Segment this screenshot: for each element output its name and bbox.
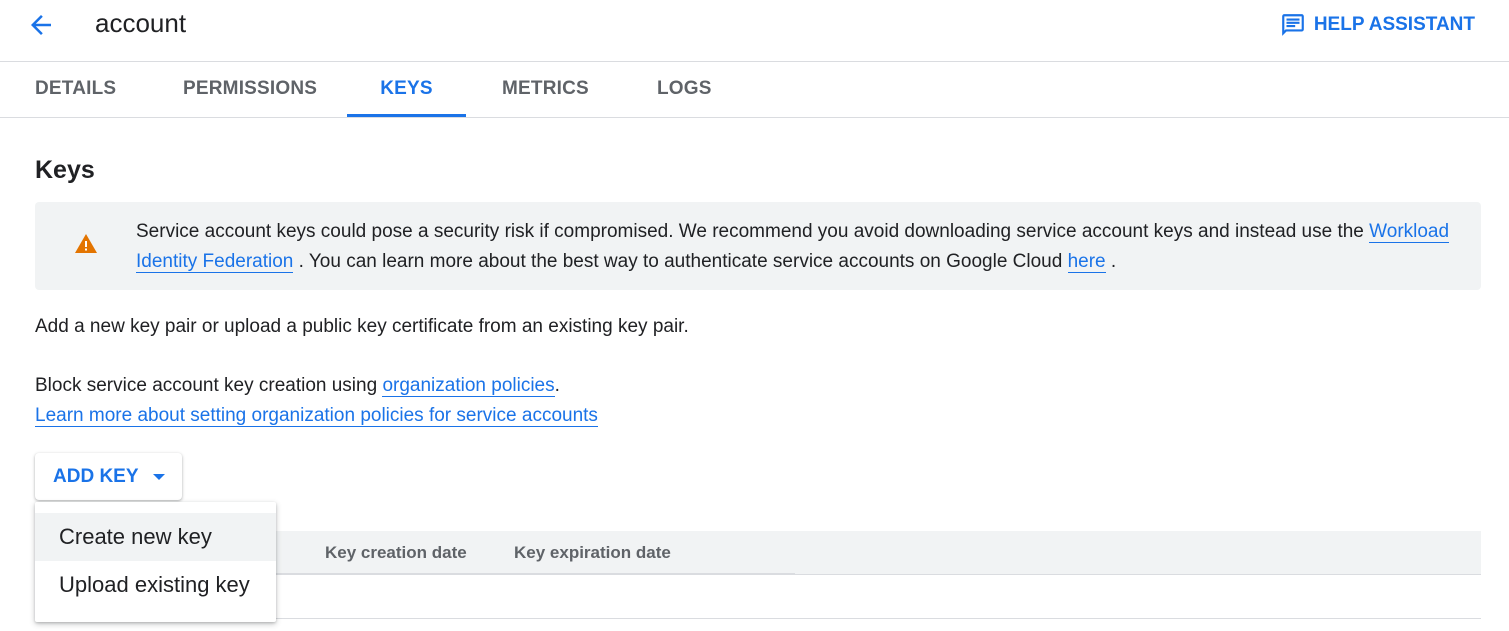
tab-keys[interactable]: KEYS	[347, 62, 466, 117]
tab-details[interactable]: DETAILS	[35, 62, 116, 116]
here-link[interactable]: here	[1067, 251, 1106, 273]
help-assistant-label: HELP ASSISTANT	[1313, 14, 1475, 35]
menu-item-create-new-key[interactable]: Create new key	[35, 513, 276, 561]
warning-text-part: Service account keys could pose a securi…	[136, 221, 1370, 242]
caret-down-icon	[152, 473, 165, 480]
add-key-label: ADD KEY	[53, 465, 139, 487]
column-key-creation-date[interactable]: Key creation date	[325, 531, 467, 574]
organization-policies-link[interactable]: organization policies	[382, 375, 555, 397]
tab-logs[interactable]: LOGS	[657, 62, 712, 116]
learn-more-org-policies-link[interactable]: Learn more about setting organization po…	[35, 405, 598, 427]
top-header: account HELP ASSISTANT	[0, 0, 1509, 62]
arrow-left-icon	[31, 15, 51, 35]
chat-icon	[1281, 14, 1304, 36]
warning-text-part: .	[1105, 251, 1117, 272]
tab-metrics[interactable]: METRICS	[502, 62, 589, 116]
warning-text: Service account keys could pose a securi…	[136, 217, 1456, 277]
security-warning-banner: Service account keys could pose a securi…	[35, 202, 1481, 290]
column-key-expiration-date[interactable]: Key expiration date	[514, 531, 671, 574]
org-policy-text: Block service account key creation using…	[35, 371, 598, 431]
add-key-button[interactable]: ADD KEY	[35, 453, 182, 500]
menu-item-upload-existing-key[interactable]: Upload existing key	[35, 561, 276, 609]
back-button[interactable]	[26, 10, 56, 40]
warning-icon	[75, 234, 97, 253]
add-key-menu: Create new key Upload existing key	[35, 502, 276, 622]
tab-bar: DETAILS PERMISSIONS KEYS METRICS LOGS	[0, 62, 1509, 118]
warning-text-part: . You can learn more about the best way …	[293, 251, 1068, 272]
org-policy-suffix: .	[554, 375, 560, 396]
org-policy-prefix: Block service account key creation using	[35, 375, 383, 396]
section-heading: Keys	[35, 156, 95, 184]
add-key-description: Add a new key pair or upload a public ke…	[35, 316, 689, 337]
help-assistant-button[interactable]: HELP ASSISTANT	[1280, 12, 1475, 38]
tab-permissions[interactable]: PERMISSIONS	[183, 62, 317, 116]
page-title: account	[95, 8, 187, 38]
